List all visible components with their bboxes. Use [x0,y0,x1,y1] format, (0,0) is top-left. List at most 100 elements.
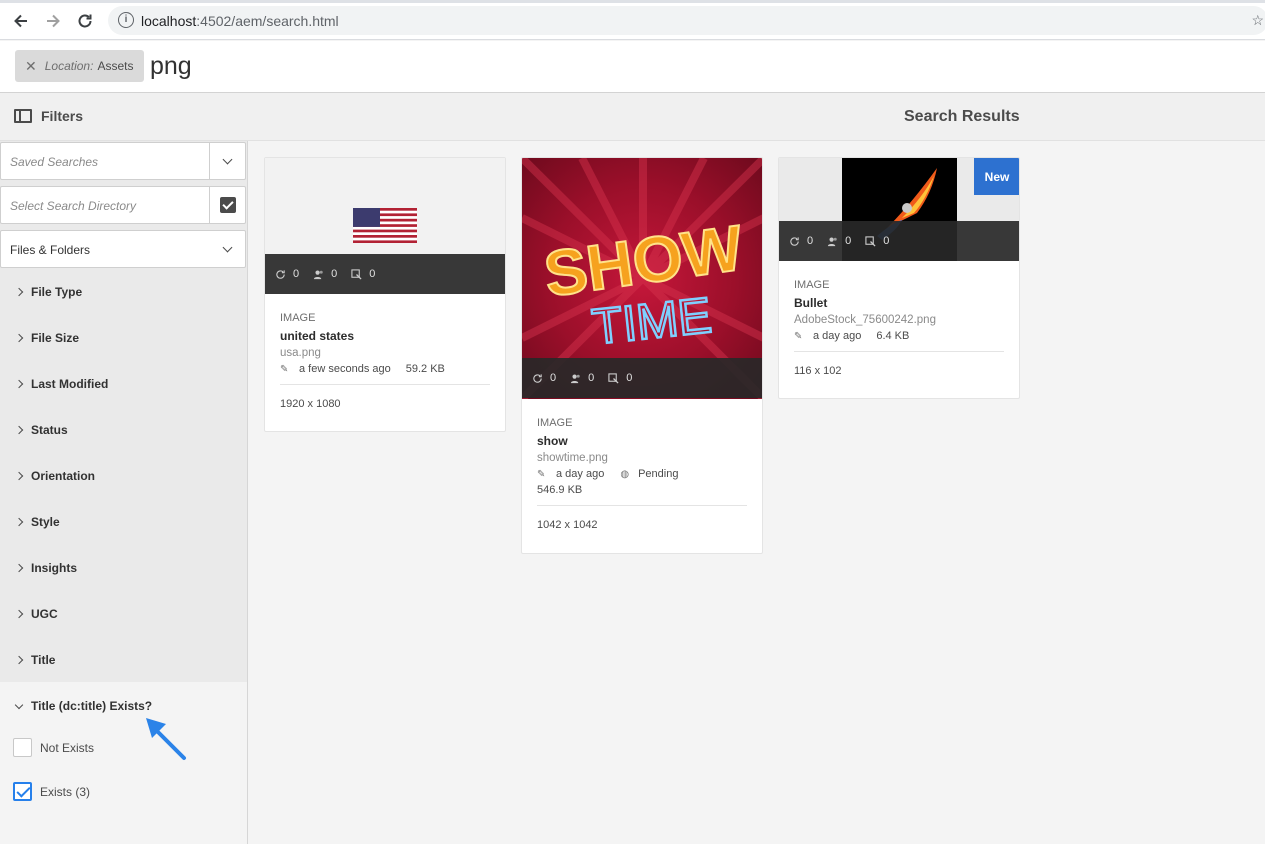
workflow-count[interactable]: 0 [275,268,299,280]
asset-card[interactable]: SHOW TIME 0 0 0 IMAGE show showtime.png … [521,157,763,554]
chevron-right-icon [14,655,24,665]
asset-filename: showtime.png [537,452,608,464]
location-value: Assets [97,59,134,73]
divider [537,505,747,506]
annotation-count[interactable]: 0 [608,372,632,384]
facet-label: Status [31,423,68,437]
asset-size-row: 546.9 KB [537,484,747,496]
chevron-right-icon [14,425,24,435]
facet-file-type[interactable]: File Type [14,282,83,302]
facet-ugc[interactable]: UGC [14,604,58,624]
scope-select[interactable]: Files & Folders [0,230,246,268]
globe-icon: ◍ [620,468,630,480]
review-count[interactable]: 0 [313,268,337,280]
publish-status: Pending [638,468,679,480]
asset-title: Bullet [794,296,828,310]
facet-label: Last Modified [31,377,109,391]
facet-style[interactable]: Style [14,512,60,532]
review-count[interactable]: 0 [827,235,851,247]
scope-dropdown-button[interactable] [209,231,245,267]
modified-time: a few seconds ago [299,363,391,375]
chevron-down-icon [222,154,233,164]
asset-title: show [537,434,568,448]
omnisearch-bar: ✕ Location: Assets png [0,41,1265,93]
workflow-count[interactable]: 0 [532,372,556,384]
bookmark-star-icon[interactable]: ☆ [1251,12,1264,29]
forward-button[interactable] [41,9,65,33]
asset-card[interactable]: 0 0 0 IMAGE united states usa.png ✎ a fe… [264,157,506,432]
back-button[interactable] [9,9,33,33]
search-directory-placeholder: Select Search Directory [10,199,137,213]
saved-searches-placeholder: Saved Searches [10,155,99,169]
rail-toggle-icon [14,109,32,123]
asset-card[interactable]: 0 0 0 New IMAGE Bullet AdobeStock_756002… [778,157,1020,399]
chevron-down-icon [222,242,232,252]
checkbox[interactable] [13,738,32,757]
tab-strip [0,0,1265,3]
facet-insights[interactable]: Insights [14,558,78,578]
quick-actions-bar: 0 0 0 [265,254,505,294]
facet-status[interactable]: Status [14,420,68,440]
count-value: 0 [845,235,852,247]
facet-label: UGC [31,607,58,621]
facet-title[interactable]: Title [14,650,55,670]
checkbox-checked[interactable] [13,782,32,801]
option-exists[interactable]: Exists (3) [13,782,90,801]
asset-title: united states [280,329,355,343]
users-icon [314,270,323,279]
asset-dimensions: 1920 x 1080 [280,398,341,410]
file-size: 546.9 KB [537,484,583,496]
pencil-icon: ✎ [280,363,289,375]
showtime-word-2: TIME [589,287,714,355]
saved-searches-select[interactable]: Saved Searches [0,142,246,180]
saved-searches-dropdown-button[interactable] [209,143,245,179]
count-value: 0 [588,372,595,384]
asset-meta: IMAGE Bullet AdobeStock_75600242.png ✎ a… [794,279,1004,377]
quick-actions-bar: 0 0 0 [522,358,762,398]
facet-label: File Type [31,285,83,299]
facet-title-exists[interactable]: Title (dc:title) Exists? [14,696,152,716]
asset-type: IMAGE [537,417,573,429]
directory-picker-button[interactable] [209,187,245,223]
chevron-right-icon [14,563,24,573]
chevron-right-icon [14,287,24,297]
close-icon[interactable]: ✕ [25,58,37,75]
workflow-count[interactable]: 0 [789,235,813,247]
reload-button[interactable] [73,9,97,33]
url-host: localhost [141,13,197,29]
facet-file-size[interactable]: File Size [14,328,80,348]
divider [794,351,1004,352]
facet-label: Insights [31,561,78,575]
review-count[interactable]: 0 [570,372,594,384]
annotation-count[interactable]: 0 [351,268,375,280]
annotation-arrow-icon [146,718,186,760]
count-value: 0 [883,235,890,247]
location-tag[interactable]: ✕ Location: Assets [15,50,145,82]
search-directory-field[interactable]: Select Search Directory [0,186,246,224]
pencil-icon: ✎ [537,468,546,480]
address-bar[interactable]: i localhost:4502/aem/search.html ☆ [108,6,1265,35]
facet-orientation[interactable]: Orientation [14,466,95,486]
count-value: 0 [626,372,633,384]
facet-label: Style [31,515,60,529]
checkbox-label: Exists (3) [40,784,91,799]
option-not-exists[interactable]: Not Exists [13,738,94,757]
facet-last-modified[interactable]: Last Modified [14,374,109,394]
search-input[interactable]: png [150,52,192,81]
divider [280,384,490,385]
pencil-icon: ✎ [794,330,803,342]
annotate-icon [351,268,362,280]
modified-time: a day ago [556,468,605,480]
asset-modified-row: ✎ a few seconds ago 59.2 KB [280,363,490,375]
filters-label: Filters [41,108,84,124]
asset-type: IMAGE [280,312,316,324]
annotation-count[interactable]: 0 [865,235,889,247]
facet-label: File Size [31,331,80,345]
annotate-icon [608,372,619,384]
reload-icon [78,14,92,28]
asset-modified-row: ✎ a day ago ◍ Pending [537,468,747,480]
count-value: 0 [807,235,814,247]
filters-toggle[interactable]: Filters [14,108,83,124]
asset-modified-row: ✎ a day ago 6.4 KB [794,330,1004,342]
info-icon[interactable]: i [118,12,134,28]
